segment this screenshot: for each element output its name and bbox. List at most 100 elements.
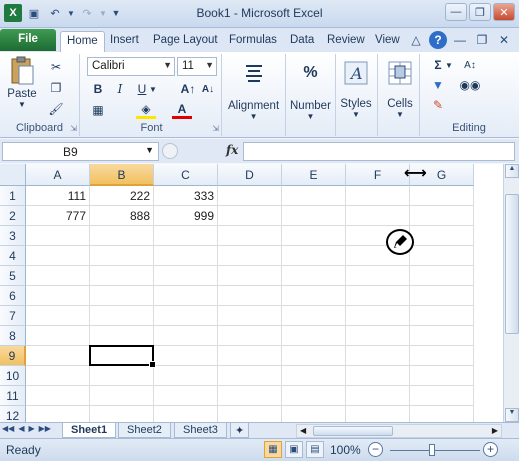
scroll-up-icon[interactable]: ▲ [505,164,519,178]
cell-b11[interactable] [90,386,154,406]
restore-icon[interactable]: ❐ [469,3,491,21]
scroll-down-icon[interactable]: ▼ [505,408,519,422]
tab-insert[interactable]: Insert [104,31,145,52]
zoom-slider-track[interactable] [390,450,480,451]
cell-e12[interactable] [282,406,346,422]
workbook-restore-icon[interactable]: ❐ [473,31,491,49]
tab-data[interactable]: Data [284,31,320,52]
cell-g12[interactable] [410,406,474,422]
font-launcher-icon[interactable]: ⇲ [212,124,219,133]
fill-color-icon[interactable]: ◈ [136,101,156,119]
row-header-5[interactable]: 5 [0,266,26,286]
minimize-icon[interactable]: — [445,3,467,21]
cell-e4[interactable] [282,246,346,266]
sheet-tab-sheet3[interactable]: Sheet3 [174,423,227,438]
cell-c7[interactable] [154,306,218,326]
cell-d10[interactable] [218,366,282,386]
autosum-dropdown-icon[interactable]: ▼ [444,56,454,74]
cell-b7[interactable] [90,306,154,326]
tab-view[interactable]: View [369,31,406,52]
horizontal-scrollbar[interactable]: ◀ ▶ [296,424,502,438]
row-header-11[interactable]: 11 [0,386,26,406]
copy-icon[interactable]: ❐ [46,79,66,97]
fill-icon[interactable]: ▼ [428,76,448,94]
cell-e11[interactable] [282,386,346,406]
page-layout-view-icon[interactable]: ▣ [285,441,303,458]
borders-icon[interactable]: ▦ [88,101,108,119]
cell-f11[interactable] [346,386,410,406]
row-header-8[interactable]: 8 [0,326,26,346]
cell-b2[interactable]: 888 [90,206,154,226]
zoom-out-icon[interactable]: − [368,442,383,457]
cell-g11[interactable] [410,386,474,406]
cell-d1[interactable] [218,186,282,206]
cell-d8[interactable] [218,326,282,346]
row-header-9[interactable]: 9 [0,346,26,366]
tab-formulas[interactable]: Formulas [223,31,283,52]
row-header-3[interactable]: 3 [0,226,26,246]
cell-b3[interactable] [90,226,154,246]
find-select-icon[interactable]: ◉◉ [460,76,481,94]
insert-function-button[interactable]: fx [226,143,238,157]
last-sheet-icon[interactable]: ▶▶ [39,424,51,433]
cell-e7[interactable] [282,306,346,326]
font-name-combo[interactable]: Calibri ▼ [87,57,175,76]
cell-e10[interactable] [282,366,346,386]
row-header-4[interactable]: 4 [0,246,26,266]
cell-a1[interactable]: 111 [26,186,90,206]
cell-e3[interactable] [282,226,346,246]
cell-f10[interactable] [346,366,410,386]
workbook-close-icon[interactable]: ✕ [495,31,513,49]
row-header-1[interactable]: 1 [0,186,26,206]
tab-review[interactable]: Review [321,31,371,52]
cell-b6[interactable] [90,286,154,306]
column-header-d[interactable]: D [218,164,282,186]
cell-c5[interactable] [154,266,218,286]
tab-file[interactable]: File [0,29,56,51]
cell-a12[interactable] [26,406,90,422]
vertical-scrollbar[interactable]: ▲ ▼ [503,164,519,422]
cell-a8[interactable] [26,326,90,346]
cell-g1[interactable] [410,186,474,206]
cell-a11[interactable] [26,386,90,406]
column-header-e[interactable]: E [282,164,346,186]
cell-e2[interactable] [282,206,346,226]
cell-g3[interactable] [410,226,474,246]
styles-button[interactable]: A Styles ▼ [340,58,372,119]
next-sheet-icon[interactable]: ▶ [28,424,34,433]
cell-f7[interactable] [346,306,410,326]
cell-f12[interactable] [346,406,410,422]
cell-d11[interactable] [218,386,282,406]
cell-d7[interactable] [218,306,282,326]
cell-d5[interactable] [218,266,282,286]
cell-d2[interactable] [218,206,282,226]
column-header-f[interactable]: F [346,164,410,186]
cell-e9[interactable] [282,346,346,366]
scroll-left-icon[interactable]: ◀ [300,426,306,435]
cell-b8[interactable] [90,326,154,346]
normal-view-icon[interactable]: ▦ [264,441,282,458]
shrink-font-icon[interactable]: A↓ [198,80,218,98]
prev-sheet-icon[interactable]: ◀ [18,424,24,433]
cell-f6[interactable] [346,286,410,306]
cell-c12[interactable] [154,406,218,422]
worksheet-grid[interactable]: A B C D E F G 1 111 222 333 2 777 888 999 3 4 5 6 7 8 9 10 11 12 [0,164,503,422]
cell-a4[interactable] [26,246,90,266]
cell-c4[interactable] [154,246,218,266]
clear-icon[interactable]: ✎ [428,96,448,114]
cut-icon[interactable]: ✂ [46,58,66,76]
italic-button[interactable]: I [110,80,130,98]
minimize-ribbon-icon[interactable]: △ [407,31,425,49]
cell-b10[interactable] [90,366,154,386]
cell-c11[interactable] [154,386,218,406]
cell-c2[interactable]: 999 [154,206,218,226]
cell-e1[interactable] [282,186,346,206]
grow-font-icon[interactable]: A↑ [178,80,198,98]
cell-b1[interactable]: 222 [90,186,154,206]
cell-g6[interactable] [410,286,474,306]
close-icon[interactable]: ✕ [493,3,515,21]
cell-f9[interactable] [346,346,410,366]
row-header-10[interactable]: 10 [0,366,26,386]
cell-a9[interactable] [26,346,90,366]
cell-g8[interactable] [410,326,474,346]
